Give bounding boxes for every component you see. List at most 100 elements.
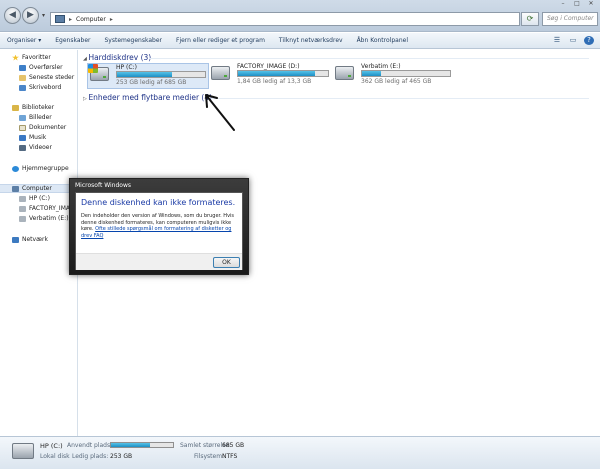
recent-places-icon [19,74,26,81]
sidebar-item-computer[interactable]: Computer [12,185,52,192]
error-dialog: Microsoft Windows Denne diskenhed kan ik… [69,178,249,275]
sidebar-item-music[interactable]: Musik [19,134,46,141]
sidebar-item-desktop[interactable]: Skrivebord [19,84,61,91]
drive-tile-c[interactable]: HP (C:) 253 GB ledig af 685 GB [87,63,209,89]
details-pane: HP (C:) Lokal disk Anvendt plads: Ledig … [0,436,600,469]
sidebar-item-network[interactable]: Netværk [12,236,48,243]
faq-link[interactable]: Ofte stillede spørgsmål om formatering a… [81,226,231,239]
desktop-icon [19,84,26,91]
videos-icon [19,144,26,151]
dialog-body: Denne diskenhed kan ikke formateres. Den… [75,192,243,270]
organize-menu[interactable]: Organiser ▾ [0,37,48,44]
used-space-label: Anvendt plads: [67,442,113,449]
sidebar-item-downloads[interactable]: Overførsler [19,64,63,71]
free-space-label: Ledig plads: [72,453,109,460]
maximize-button[interactable]: □ [570,0,584,8]
close-button[interactable]: ✕ [584,0,598,8]
details-drive-name: HP (C:) [40,442,63,450]
open-control-panel-button[interactable]: Åbn Kontrolpanel [350,37,415,44]
sidebar-item-drive-c[interactable]: HP (C:) [19,195,50,202]
group-divider [211,98,589,99]
music-icon [19,134,26,141]
sidebar-item-drive-e[interactable]: Verbatim (E:) [19,215,69,222]
breadcrumb-computer[interactable]: Computer [76,16,106,23]
file-system-label: Filsystem: [194,453,225,460]
drive-free-space: 1,84 GB ledig af 13,3 GB [237,78,312,85]
sidebar-item-libraries[interactable]: Biblioteker [12,104,54,111]
downloads-folder-icon [19,64,26,71]
sidebar-item-label: Favoritter [22,54,51,61]
dialog-message: Den indeholder den version af Windows, s… [81,213,239,239]
sidebar-item-label: Videoer [29,144,52,151]
computer-icon [12,185,19,192]
status-usage-bar [110,442,174,448]
sidebar-item-favorites[interactable]: Favoritter [12,54,51,61]
navigation-pane: Favoritter Overførsler Seneste steder Sk… [0,50,78,436]
chevron-right-icon[interactable]: ▸ [69,16,72,23]
drive-usage-bar [237,70,329,77]
group-header-hard-drives[interactable]: ◢ Harddiskdrev (3) [83,53,151,62]
group-header-label: Harddiskdrev (3) [88,53,152,62]
drive-led [103,76,106,78]
ok-button[interactable]: OK [213,257,240,268]
drive-led [348,75,351,77]
group-header-removable[interactable]: ▷ Enheder med flytbare medier (4) [83,93,212,102]
help-icon[interactable]: ? [584,36,594,45]
sidebar-item-pictures[interactable]: Billeder [19,114,52,121]
status-usage-fill [111,443,151,447]
sidebar-item-label: Skrivebord [29,84,62,91]
sidebar-item-recent-places[interactable]: Seneste steder [19,74,74,81]
back-button[interactable]: ◀ [4,7,21,24]
sidebar-item-label: Netværk [22,236,48,243]
preview-pane-icon[interactable]: ▭ [568,36,578,45]
drive-usage-bar [116,71,206,78]
sidebar-item-videos[interactable]: Videoer [19,144,52,151]
hard-drive-large-icon [12,443,34,459]
title-bar: ◀ ▶ ▾ ▸ Computer ▸ ⟳ Søg i Computer – □ … [0,0,600,32]
dialog-heading: Denne diskenhed kan ikke formateres. [81,198,236,207]
minimize-button[interactable]: – [556,0,570,8]
search-input[interactable]: Søg i Computer [542,12,598,26]
map-network-drive-button[interactable]: Tilknyt netværksdrev [272,37,350,44]
drive-usage-fill [362,71,382,76]
hard-drive-icon [335,66,354,80]
properties-button[interactable]: Egenskaber [48,37,97,44]
sidebar-item-label: Billeder [29,114,52,121]
pictures-icon [19,114,26,121]
hard-drive-icon [19,205,26,212]
sidebar-item-label: Hjemmegruppe [22,165,69,172]
sidebar-item-label: Dokumenter [29,124,67,131]
drive-usage-bar [361,70,451,77]
details-drive-type: Lokal disk [40,453,70,460]
recent-pages-dropdown-icon[interactable]: ▾ [42,12,45,19]
drive-usage-fill [117,72,173,77]
drive-led [224,75,227,77]
hard-drive-icon [211,66,230,80]
star-icon [12,54,19,61]
drive-free-space: 253 GB ledig af 685 GB [116,79,187,86]
sidebar-item-homegroup[interactable]: Hjemmegruppe [12,165,69,172]
sidebar-item-documents[interactable]: Dokumenter [19,124,66,131]
drive-tile-d[interactable]: FACTORY_IMAGE (D:) 1,84 GB ledig af 13,3… [209,63,331,89]
windows-logo-icon [88,64,98,73]
sidebar-item-label: Overførsler [29,64,63,71]
libraries-icon [12,104,19,111]
uninstall-program-button[interactable]: Fjern eller rediger et program [169,37,272,44]
change-view-icon[interactable]: ☰ [552,36,562,45]
sidebar-item-label: Biblioteker [22,104,55,111]
system-properties-button[interactable]: Systemegenskaber [97,37,169,44]
chevron-right-icon[interactable]: ▸ [110,16,113,23]
free-space-value: 253 GB [110,453,133,460]
window-controls: – □ ✕ [556,0,598,8]
address-bar[interactable]: ▸ Computer ▸ [50,12,520,26]
drive-tile-e[interactable]: Verbatim (E:) 362 GB ledig af 465 GB [333,63,455,89]
refresh-icon: ⟳ [526,14,534,23]
annotation-arrow-icon [205,94,235,131]
drive-free-space: 362 GB ledig af 465 GB [361,78,432,85]
drive-usage-fill [238,71,316,76]
file-system-value: NTFS [222,453,238,460]
network-icon [12,236,19,243]
sidebar-item-label: Verbatim (E:) [29,215,69,222]
refresh-button[interactable]: ⟳ [521,12,539,26]
forward-button[interactable]: ▶ [22,7,39,24]
